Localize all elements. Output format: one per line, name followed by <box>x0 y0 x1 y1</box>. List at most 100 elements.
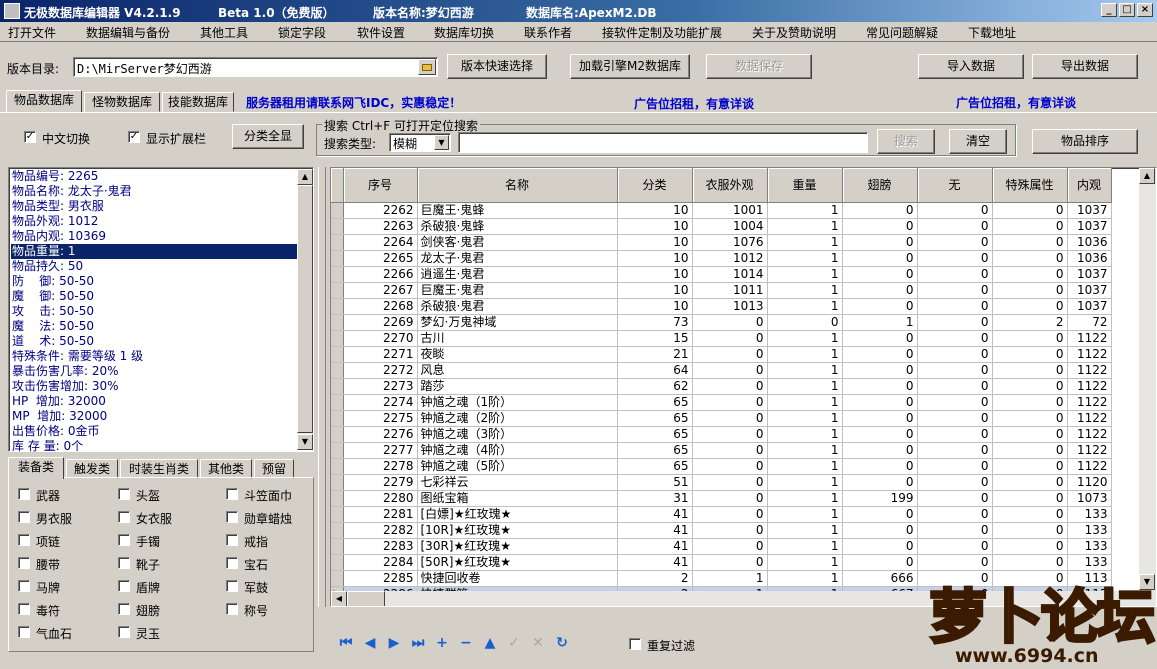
prior-record-icon[interactable]: ◀ <box>361 634 379 652</box>
scroll-down-icon[interactable]: ▼ <box>297 434 313 450</box>
table-cell[interactable]: 1122 <box>1067 426 1112 443</box>
table-cell[interactable]: 0 <box>992 330 1068 347</box>
post-record-icon[interactable]: ✓ <box>505 634 523 652</box>
table-cell[interactable]: 0 <box>992 538 1068 555</box>
info-row[interactable]: 物品重量: 1 <box>11 244 297 259</box>
table-cell[interactable]: 15 <box>617 330 693 347</box>
table-cell[interactable]: 2271 <box>343 346 418 363</box>
table-cell[interactable]: 41 <box>617 554 693 571</box>
sort-items-button[interactable]: 物品排序 <box>1032 129 1138 154</box>
table-cell[interactable]: 2264 <box>343 234 418 251</box>
table-row[interactable]: 2273 踏莎 62 0 1 0 0 0 1122 <box>331 378 1112 395</box>
table-cell[interactable]: 0 <box>842 538 918 555</box>
table-cell[interactable]: 0 <box>842 282 918 299</box>
category-checkbox[interactable] <box>118 488 130 500</box>
category-checkbox[interactable] <box>226 534 238 546</box>
splitter[interactable] <box>318 167 326 607</box>
table-cell[interactable]: 0 <box>692 394 768 411</box>
grid-hscroll-thumb[interactable] <box>347 591 385 606</box>
search-button[interactable]: 搜索 <box>877 129 935 154</box>
tab-monsters[interactable]: 怪物数据库 <box>84 92 160 112</box>
menu-custom[interactable]: 接软件定制及功能扩展 <box>602 24 722 41</box>
item-data-grid[interactable]: 序号 名称 分类 衣服外观 重量 翅膀无特殊属性 内观 2262 巨魔王·鬼蜂 10 1001 1 0 0… <box>330 167 1157 607</box>
cat-tab-trigger[interactable]: 触发类 <box>66 459 118 479</box>
grid-scroll-left-icon[interactable]: ◀ <box>331 591 347 606</box>
category-checkbox[interactable] <box>226 488 238 500</box>
category-checkbox[interactable] <box>18 626 30 638</box>
category-checkbox[interactable] <box>18 580 30 592</box>
table-cell[interactable]: 巨魔王·鬼蜂 <box>417 202 618 219</box>
item-info-list[interactable]: 物品编号: 2265 物品名称: 龙太子·鬼君 物品类型: 男衣服 物品外观: 101… <box>8 167 314 453</box>
table-cell[interactable]: 72 <box>1067 314 1112 331</box>
table-cell[interactable]: 1 <box>767 442 843 459</box>
table-cell[interactable]: 1 <box>767 218 843 235</box>
category-checkbox[interactable] <box>226 603 238 615</box>
table-cell[interactable]: 2276 <box>343 426 418 443</box>
table-cell[interactable]: 1 <box>767 458 843 475</box>
table-cell[interactable]: 2263 <box>343 218 418 235</box>
column-header[interactable]: 序号 <box>343 168 418 203</box>
table-cell[interactable]: 31 <box>617 490 693 507</box>
table-row[interactable]: 2279 七彩祥云 51 0 1 0 0 0 1120 <box>331 474 1112 491</box>
close-button[interactable]: × <box>1137 3 1153 17</box>
table-cell[interactable]: 10 <box>617 298 693 315</box>
table-cell[interactable]: 1 <box>767 202 843 219</box>
table-row[interactable]: 2267 巨魔王·鬼君 10 1011 1 0 0 0 1037 <box>331 282 1112 299</box>
table-cell[interactable]: 0 <box>842 218 918 235</box>
menu-contact[interactable]: 联系作者 <box>524 24 572 41</box>
row-indicator[interactable] <box>331 330 344 347</box>
category-checkbox[interactable] <box>118 534 130 546</box>
table-cell[interactable]: 133 <box>1067 506 1112 523</box>
table-row[interactable]: 2271 夜睒 21 0 1 0 0 0 1122 <box>331 346 1112 363</box>
table-cell[interactable]: 0 <box>992 266 1068 283</box>
table-cell[interactable]: 2 <box>617 570 693 587</box>
table-cell[interactable]: 古川 <box>417 330 618 347</box>
table-row[interactable]: 2266 逍遥生·鬼君 10 1014 1 0 0 0 1037 <box>331 266 1112 283</box>
delete-record-icon[interactable]: − <box>457 634 475 652</box>
table-row[interactable]: 2281 [白嫖]★红玫瑰★ 41 0 1 0 0 0 133 <box>331 506 1112 523</box>
row-indicator[interactable] <box>331 314 344 331</box>
table-cell[interactable]: 1 <box>692 570 768 587</box>
table-cell[interactable]: 0 <box>692 554 768 571</box>
table-cell[interactable]: 1001 <box>692 202 768 219</box>
table-cell[interactable]: 0 <box>917 522 993 539</box>
table-cell[interactable]: 0 <box>842 506 918 523</box>
table-cell[interactable]: 0 <box>917 490 993 507</box>
table-cell[interactable]: 钟馗之魂（5阶） <box>417 458 618 475</box>
table-cell[interactable]: 0 <box>917 442 993 459</box>
column-header[interactable]: 翅膀 <box>842 168 918 203</box>
category-checkbox[interactable] <box>18 557 30 569</box>
chevron-down-icon[interactable]: ▼ <box>434 135 449 150</box>
cat-tab-equipment[interactable]: 装备类 <box>8 457 64 479</box>
row-indicator[interactable] <box>331 394 344 411</box>
table-cell[interactable]: 1122 <box>1067 330 1112 347</box>
table-cell[interactable]: 0 <box>842 378 918 395</box>
table-cell[interactable]: 0 <box>692 314 768 331</box>
table-row[interactable]: 2268 杀破狼·鬼君 10 1013 1 0 0 0 1037 <box>331 298 1112 315</box>
table-cell[interactable]: 1 <box>767 522 843 539</box>
table-cell[interactable]: 钟馗之魂（3阶） <box>417 426 618 443</box>
table-cell[interactable]: 1004 <box>692 218 768 235</box>
table-cell[interactable]: 64 <box>617 362 693 379</box>
row-indicator[interactable] <box>331 490 344 507</box>
table-cell[interactable]: 2284 <box>343 554 418 571</box>
show-all-button[interactable]: 分类全显 <box>232 124 304 149</box>
table-cell[interactable]: 0 <box>917 362 993 379</box>
table-cell[interactable]: 0 <box>917 538 993 555</box>
table-cell[interactable]: 钟馗之魂（4阶） <box>417 442 618 459</box>
table-cell[interactable]: 0 <box>842 554 918 571</box>
category-checkbox[interactable] <box>18 534 30 546</box>
table-cell[interactable]: 0 <box>842 394 918 411</box>
table-cell[interactable]: 2272 <box>343 362 418 379</box>
table-cell[interactable]: 0 <box>692 330 768 347</box>
table-cell[interactable]: 2 <box>992 314 1068 331</box>
table-cell[interactable]: 0 <box>692 346 768 363</box>
table-cell[interactable]: 0 <box>767 314 843 331</box>
clear-button[interactable]: 清空 <box>949 129 1007 154</box>
table-cell[interactable]: 2285 <box>343 570 418 587</box>
table-cell[interactable]: [10R]★红玫瑰★ <box>417 522 618 539</box>
table-cell[interactable]: 0 <box>992 362 1068 379</box>
table-cell[interactable]: 0 <box>692 442 768 459</box>
table-cell[interactable]: 1014 <box>692 266 768 283</box>
table-row[interactable]: 2272 风息 64 0 1 0 0 0 1122 <box>331 362 1112 379</box>
